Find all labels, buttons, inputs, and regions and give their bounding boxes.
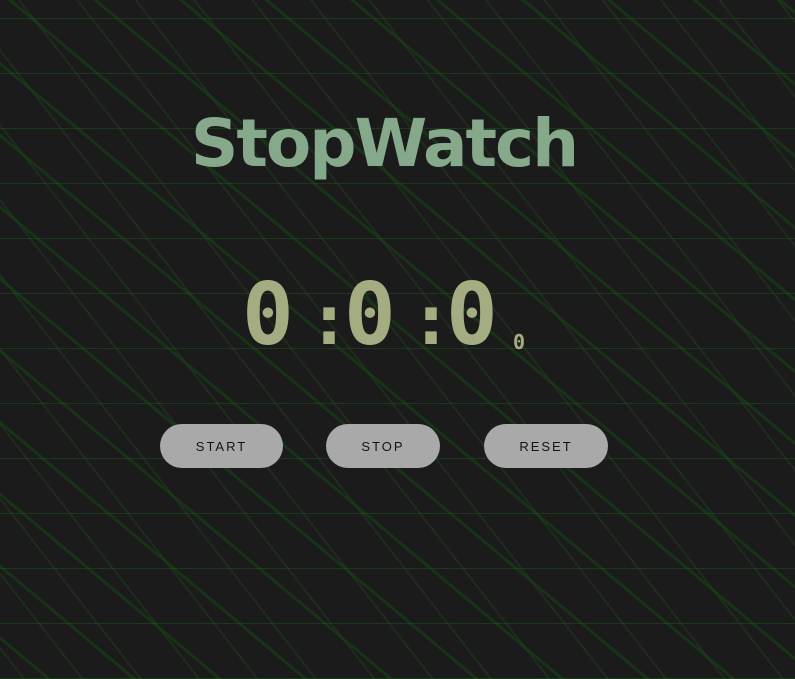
seconds-digit: 0 <box>446 265 498 365</box>
reset-button[interactable]: RESET <box>484 424 608 468</box>
milliseconds-digit: 0 <box>513 330 526 354</box>
start-button[interactable]: START <box>160 424 283 468</box>
stop-button[interactable]: STOP <box>326 424 440 468</box>
minutes-digit: 0 <box>344 265 396 365</box>
app-title: StopWatch <box>190 105 579 182</box>
hours-digit: 0 <box>242 265 294 365</box>
stopwatch-app: StopWatch 0 : 0 : 0 0 START STOP RESET <box>0 0 795 679</box>
